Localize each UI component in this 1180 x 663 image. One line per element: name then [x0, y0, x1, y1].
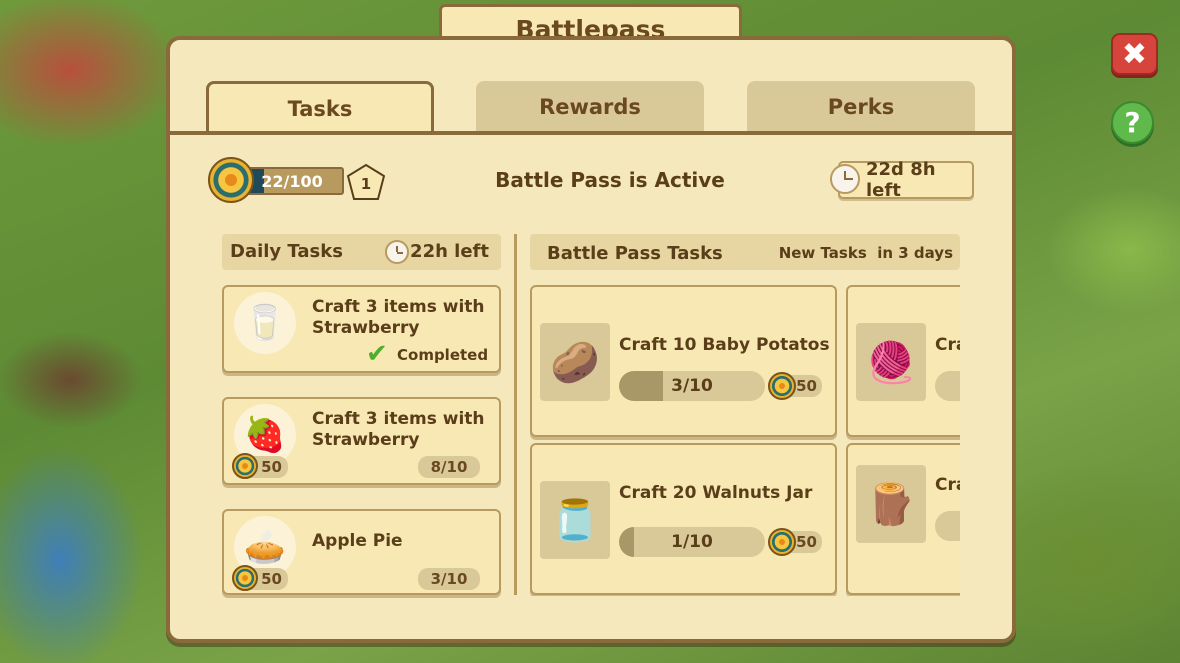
battlepass-medal-icon	[208, 157, 254, 203]
task-progress-pill: 8/10	[418, 456, 480, 478]
task-title: Craft 10 Baby Potatos	[619, 335, 830, 355]
task-title-line2: Strawberry	[312, 430, 420, 450]
help-button[interactable]: ?	[1111, 101, 1154, 144]
task-progress-text: 1/10	[671, 532, 713, 552]
task-progress: 8/10	[430, 458, 468, 476]
task-progress: 3/10	[430, 570, 468, 588]
battlepass-tasks-scroll[interactable]: 🥔 Craft 10 Baby Potatos 3/10 50 🫙 Craft …	[529, 284, 960, 596]
tab-perks-label: Perks	[827, 95, 895, 119]
task-progress-bar: 3/10	[619, 371, 765, 401]
milk-bottle-icon: 🥛	[234, 292, 296, 354]
task-title: Cra	[935, 475, 960, 495]
battlepass-task-card[interactable]: 🫙 Craft 20 Walnuts Jar 1/10 50	[530, 443, 837, 595]
task-title-line2: Strawberry	[312, 318, 420, 338]
battlepass-progress-bar: 22/100	[240, 167, 344, 195]
reward-amount: 50	[261, 458, 282, 476]
checkmark-icon: ✔	[366, 339, 388, 369]
battlepass-tasks-title: Battle Pass Tasks	[547, 243, 723, 264]
tab-rewards[interactable]: Rewards	[476, 81, 704, 133]
task-progress-text: 3/10	[671, 376, 713, 396]
new-tasks-timer: New Tasks in 3 days	[778, 244, 953, 262]
tab-divider	[170, 131, 1012, 135]
daily-task-card[interactable]: 🍓 Craft 3 items with Strawberry 50 8/10	[222, 397, 501, 485]
battlepass-status-text: Battle Pass is Active	[495, 168, 725, 192]
reward-amount: 50	[261, 570, 282, 588]
daily-task-card[interactable]: 🥧 Apple Pie 50 3/10	[222, 509, 501, 595]
tab-rewards-label: Rewards	[539, 95, 641, 119]
battlepass-coin-icon	[232, 453, 258, 479]
task-progress-bar: 1/10	[619, 527, 765, 557]
baby-potatoes-icon: 🥔	[540, 323, 610, 401]
walnuts-jar-icon: 🫙	[540, 481, 610, 559]
level-badge: 1	[346, 163, 386, 200]
season-clock-icon	[830, 164, 860, 194]
cinnamon-sticks-icon: 🪵	[856, 465, 926, 543]
reward-amount: 50	[796, 377, 817, 395]
close-button[interactable]: ✖	[1111, 33, 1158, 75]
yarn-icon: 🧶	[856, 323, 926, 401]
task-title-line1: Craft 3 items with	[312, 297, 485, 317]
close-icon: ✖	[1121, 36, 1148, 72]
question-icon: ?	[1124, 106, 1141, 139]
daily-clock-icon	[385, 240, 409, 264]
battlepass-coin-icon	[768, 372, 796, 400]
column-divider	[514, 234, 517, 595]
task-title: Craft 20 Walnuts Jar	[619, 483, 813, 503]
season-time-left: 22d 8h left	[866, 159, 936, 201]
task-progress-bar	[935, 371, 960, 401]
battlepass-progress-text: 22/100	[261, 171, 323, 191]
task-title: Cra	[935, 335, 960, 355]
tab-tasks[interactable]: Tasks	[206, 81, 434, 133]
battlepass-tasks-header: Battle Pass Tasks New Tasks in 3 days	[530, 234, 960, 270]
tab-perks[interactable]: Perks	[747, 81, 975, 133]
battlepass-task-card[interactable]: 🧶 Cra	[846, 285, 960, 437]
tab-tasks-label: Tasks	[287, 96, 353, 121]
level-number: 1	[360, 175, 372, 193]
task-progress-pill: 3/10	[418, 568, 480, 590]
daily-tasks-header: Daily Tasks 22h left	[222, 234, 501, 270]
daily-task-card[interactable]: 🥛 Craft 3 items with Strawberry ✔ Comple…	[222, 285, 501, 373]
task-title-line1: Apple Pie	[312, 531, 403, 551]
battlepass-task-card[interactable]: 🪵 Cra	[846, 443, 960, 595]
task-progress-bar	[935, 511, 960, 541]
completed-label: Completed	[397, 346, 489, 364]
battlepass-task-card[interactable]: 🥔 Craft 10 Baby Potatos 3/10 50	[530, 285, 837, 437]
battlepass-coin-icon	[768, 528, 796, 556]
battlepass-coin-icon	[232, 565, 258, 591]
reward-amount: 50	[796, 533, 817, 551]
task-title-line1: Craft 3 items with	[312, 409, 485, 429]
daily-time-left: 22h left	[410, 241, 489, 262]
daily-tasks-title: Daily Tasks	[230, 241, 343, 262]
